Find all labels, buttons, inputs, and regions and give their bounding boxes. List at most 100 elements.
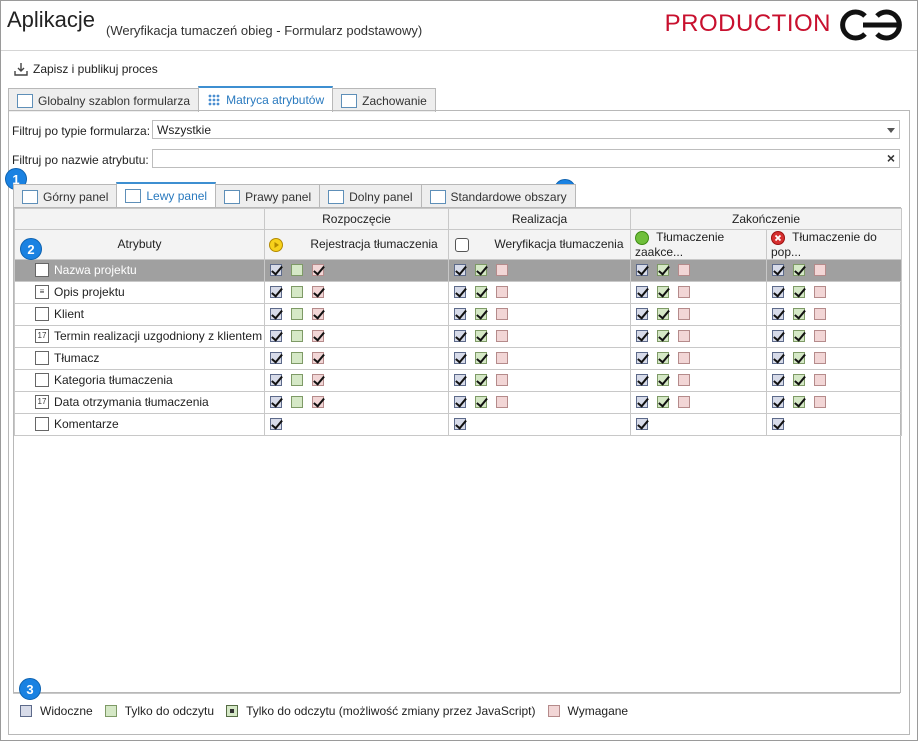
required-checkbox[interactable] [496, 396, 508, 409]
readonly-checkbox[interactable] [657, 330, 669, 343]
visible-checkbox[interactable] [454, 264, 466, 277]
readonly-checkbox[interactable] [475, 396, 487, 409]
required-checkbox[interactable] [678, 352, 690, 365]
tab-left-panel[interactable]: Lewy panel [116, 182, 217, 208]
visible-checkbox[interactable] [454, 330, 466, 343]
readonly-checkbox[interactable] [475, 330, 487, 343]
visible-checkbox[interactable] [270, 396, 282, 409]
attribute-row[interactable]: 17 Data otrzymania tłumaczenia [14, 390, 903, 414]
visible-checkbox[interactable] [772, 330, 784, 343]
tab-attribute-matrix[interactable]: Matryca atrybutów [198, 86, 334, 112]
visible-checkbox[interactable] [270, 352, 282, 365]
attribute-row[interactable]: Nazwa projektu [14, 258, 903, 282]
required-checkbox[interactable] [814, 352, 826, 365]
visible-checkbox[interactable] [454, 374, 466, 387]
required-checkbox[interactable] [678, 308, 690, 321]
required-checkbox[interactable] [496, 308, 508, 321]
visible-checkbox[interactable] [454, 418, 466, 431]
visible-checkbox[interactable] [772, 418, 784, 431]
readonly-checkbox[interactable] [475, 308, 487, 321]
readonly-checkbox[interactable] [475, 264, 487, 277]
required-checkbox[interactable] [312, 286, 324, 299]
attribute-name-input[interactable]: × [152, 149, 900, 168]
attribute-name-cell[interactable]: Tłumacz [14, 346, 265, 370]
form-type-select[interactable]: Wszystkie [152, 120, 900, 139]
visible-checkbox[interactable] [636, 308, 648, 321]
readonly-checkbox[interactable] [291, 374, 303, 387]
readonly-checkbox[interactable] [475, 352, 487, 365]
visible-checkbox[interactable] [270, 308, 282, 321]
publish-button[interactable]: Zapisz i publikuj proces [13, 61, 158, 77]
attribute-name-cell[interactable]: 17 Termin realizacji uzgodniony z kliente… [14, 324, 265, 348]
readonly-checkbox[interactable] [657, 396, 669, 409]
visible-checkbox[interactable] [772, 396, 784, 409]
attribute-row[interactable]: Komentarze [14, 412, 903, 436]
tab-right-panel[interactable]: Prawy panel [215, 184, 321, 208]
readonly-checkbox[interactable] [475, 286, 487, 299]
visible-checkbox[interactable] [636, 374, 648, 387]
visible-checkbox[interactable] [636, 264, 648, 277]
attribute-name-cell[interactable]: Komentarze [14, 412, 265, 436]
readonly-checkbox[interactable] [657, 308, 669, 321]
visible-checkbox[interactable] [636, 396, 648, 409]
readonly-checkbox[interactable] [291, 352, 303, 365]
close-icon[interactable]: × [887, 150, 895, 166]
chevron-down-icon[interactable] [887, 128, 895, 133]
required-checkbox[interactable] [496, 330, 508, 343]
attribute-row[interactable]: Tłumacz [14, 346, 903, 370]
tab-global-template[interactable]: Globalny szablon formularza [8, 88, 200, 112]
readonly-checkbox[interactable] [793, 308, 805, 321]
required-checkbox[interactable] [678, 374, 690, 387]
readonly-checkbox[interactable] [291, 396, 303, 409]
readonly-checkbox[interactable] [291, 308, 303, 321]
visible-checkbox[interactable] [636, 330, 648, 343]
required-checkbox[interactable] [814, 286, 826, 299]
readonly-checkbox[interactable] [793, 286, 805, 299]
visible-checkbox[interactable] [772, 352, 784, 365]
tab-top-panel[interactable]: Górny panel [13, 184, 118, 208]
visible-checkbox[interactable] [270, 286, 282, 299]
required-checkbox[interactable] [312, 330, 324, 343]
required-checkbox[interactable] [814, 308, 826, 321]
visible-checkbox[interactable] [772, 264, 784, 277]
required-checkbox[interactable] [678, 264, 690, 277]
attribute-row[interactable]: Kategoria tłumaczenia [14, 368, 903, 392]
readonly-checkbox[interactable] [475, 374, 487, 387]
readonly-checkbox[interactable] [793, 374, 805, 387]
attribute-row[interactable]: ≡ Opis projektu [14, 280, 903, 304]
visible-checkbox[interactable] [454, 308, 466, 321]
attribute-name-cell[interactable]: 17 Data otrzymania tłumaczenia [14, 390, 265, 414]
required-checkbox[interactable] [678, 396, 690, 409]
visible-checkbox[interactable] [772, 374, 784, 387]
readonly-checkbox[interactable] [657, 352, 669, 365]
required-checkbox[interactable] [312, 308, 324, 321]
visible-checkbox[interactable] [636, 418, 648, 431]
visible-checkbox[interactable] [454, 286, 466, 299]
readonly-checkbox[interactable] [291, 286, 303, 299]
readonly-checkbox[interactable] [657, 264, 669, 277]
required-checkbox[interactable] [496, 374, 508, 387]
required-checkbox[interactable] [814, 264, 826, 277]
visible-checkbox[interactable] [772, 286, 784, 299]
visible-checkbox[interactable] [454, 352, 466, 365]
attribute-row[interactable]: 17 Termin realizacji uzgodniony z kliente… [14, 324, 903, 348]
required-checkbox[interactable] [814, 374, 826, 387]
required-checkbox[interactable] [312, 374, 324, 387]
attribute-row[interactable]: Klient [14, 302, 903, 326]
attribute-name-cell[interactable]: Nazwa projektu [14, 258, 265, 282]
readonly-checkbox[interactable] [793, 352, 805, 365]
visible-checkbox[interactable] [270, 264, 282, 277]
required-checkbox[interactable] [496, 286, 508, 299]
required-checkbox[interactable] [814, 396, 826, 409]
required-checkbox[interactable] [496, 352, 508, 365]
required-checkbox[interactable] [496, 264, 508, 277]
required-checkbox[interactable] [678, 330, 690, 343]
readonly-checkbox[interactable] [793, 330, 805, 343]
tab-behavior[interactable]: Zachowanie [332, 88, 436, 112]
attribute-name-cell[interactable]: Klient [14, 302, 265, 326]
attribute-name-cell[interactable]: ≡ Opis projektu [14, 280, 265, 304]
readonly-checkbox[interactable] [657, 374, 669, 387]
visible-checkbox[interactable] [636, 286, 648, 299]
readonly-checkbox[interactable] [291, 264, 303, 277]
tab-standard-areas[interactable]: Standardowe obszary [420, 184, 576, 208]
